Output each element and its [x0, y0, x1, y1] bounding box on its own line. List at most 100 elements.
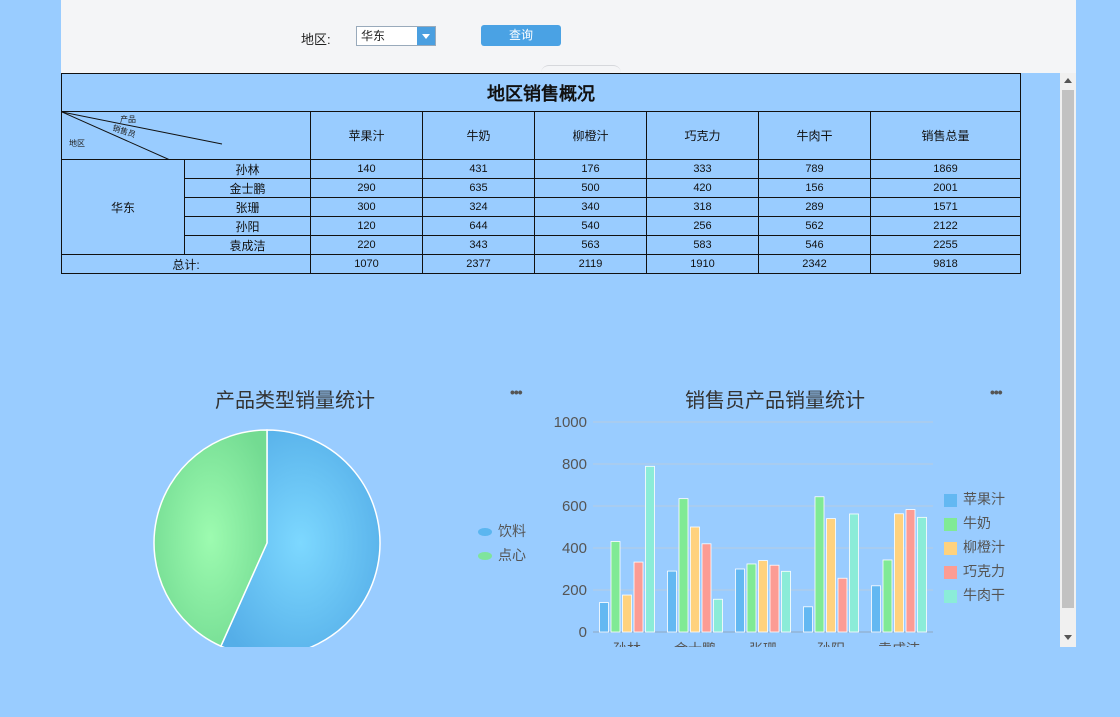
value-cell: 120 — [310, 216, 423, 236]
bar[interactable] — [599, 602, 609, 633]
y-tick-label: 1000 — [554, 414, 587, 431]
region-select-value: 华东 — [361, 29, 386, 43]
total-cell: 1910 — [646, 254, 759, 274]
bar-legend-item[interactable]: 苹果汁 — [944, 489, 1005, 509]
bar[interactable] — [814, 496, 825, 633]
bar-chart-title: 销售员产品销量统计 — [685, 390, 865, 412]
bar[interactable] — [746, 563, 757, 633]
pie-legend-item[interactable]: 点心 — [478, 545, 526, 565]
salesperson-cell: 袁成洁 — [184, 235, 311, 255]
value-cell: 500 — [534, 178, 647, 198]
y-tick-label: 400 — [562, 540, 587, 557]
legend-label: 柳橙汁 — [963, 539, 1005, 555]
chevron-down-icon[interactable] — [417, 27, 435, 45]
bar[interactable] — [871, 585, 881, 633]
bar[interactable] — [837, 577, 848, 633]
total-cell: 9818 — [870, 254, 1021, 274]
scroll-down-icon[interactable] — [1064, 635, 1072, 640]
bar[interactable] — [645, 465, 655, 633]
column-header: 巧克力 — [646, 111, 759, 160]
total-cell: 2342 — [758, 254, 871, 274]
value-cell: 2122 — [870, 216, 1021, 236]
legend-label: 牛肉干 — [963, 587, 1005, 603]
value-cell: 1571 — [870, 197, 1021, 217]
value-cell: 343 — [422, 235, 535, 255]
bar[interactable] — [917, 516, 927, 633]
bar[interactable] — [735, 568, 745, 633]
bar[interactable] — [678, 498, 689, 633]
salesperson-cell: 张珊 — [184, 197, 311, 217]
value-cell: 2001 — [870, 178, 1021, 198]
bar[interactable] — [713, 598, 723, 633]
value-cell: 318 — [646, 197, 759, 217]
toolbar-divider — [541, 65, 621, 73]
bar[interactable] — [610, 541, 621, 633]
bar[interactable] — [622, 594, 632, 633]
bar[interactable] — [690, 526, 700, 633]
value-cell: 156 — [758, 178, 871, 198]
column-header: 牛奶 — [422, 111, 535, 160]
value-cell: 420 — [646, 178, 759, 198]
value-cell: 140 — [310, 159, 423, 179]
legend-swatch — [944, 589, 957, 603]
legend-swatch — [478, 528, 492, 537]
bar[interactable] — [826, 518, 836, 633]
value-cell: 1869 — [870, 159, 1021, 179]
bar-legend-item[interactable]: 牛奶 — [944, 513, 991, 533]
sales-report-table: 地区销售概况 产品 销售员 地区 苹果汁 牛奶 柳橙汁 巧克力 牛肉干 销售总量… — [61, 73, 1021, 274]
pie-chart — [153, 429, 381, 657]
report-title: 地区销售概况 — [61, 73, 1021, 112]
more-options-icon[interactable]: ••• — [510, 384, 523, 400]
bar[interactable] — [849, 513, 859, 633]
bar[interactable] — [781, 570, 791, 633]
bar[interactable] — [667, 570, 677, 633]
legend-swatch — [944, 517, 957, 531]
value-cell: 340 — [534, 197, 647, 217]
table-row: 袁成洁 220 343 563 583 546 2255 — [62, 235, 1021, 255]
query-button[interactable]: 查询 — [481, 25, 561, 46]
value-cell: 644 — [422, 216, 535, 236]
table-row: 金士鹏 290 635 500 420 156 2001 — [62, 178, 1021, 198]
bar[interactable] — [803, 606, 813, 633]
table-row: 华东 孙林 140 431 176 333 789 1869 — [61, 159, 1021, 255]
table-row: 孙阳 120 644 540 256 562 2122 — [62, 216, 1021, 236]
bar[interactable] — [894, 513, 904, 633]
region-select[interactable]: 华东 — [356, 26, 436, 46]
bar[interactable] — [758, 560, 768, 633]
corner-diagonals — [62, 112, 223, 160]
salesperson-cell: 孙林 — [184, 159, 311, 179]
value-cell: 324 — [422, 197, 535, 217]
column-header: 销售总量 — [870, 111, 1021, 160]
legend-label: 点心 — [498, 547, 526, 563]
scroll-up-icon[interactable] — [1064, 78, 1072, 83]
corner-product-label: 产品 — [120, 115, 136, 124]
bar[interactable] — [882, 559, 893, 633]
legend-swatch — [944, 541, 957, 555]
bar-legend-item[interactable]: 牛肉干 — [944, 585, 1005, 605]
salesperson-cell: 孙阳 — [184, 216, 311, 236]
vertical-scrollbar[interactable] — [1060, 73, 1076, 647]
value-cell: 2255 — [870, 235, 1021, 255]
bar[interactable] — [701, 543, 712, 633]
more-options-icon[interactable]: ••• — [990, 384, 1003, 400]
bar-legend-item[interactable]: 巧克力 — [944, 561, 1005, 581]
legend-label: 饮料 — [498, 523, 526, 539]
bar-legend-item[interactable]: 柳橙汁 — [944, 537, 1005, 557]
bar[interactable] — [769, 564, 780, 633]
value-cell: 635 — [422, 178, 535, 198]
legend-swatch — [944, 493, 957, 507]
corner-region-label: 地区 — [69, 139, 85, 148]
scroll-thumb[interactable] — [1062, 90, 1074, 608]
bar[interactable] — [633, 561, 644, 633]
value-cell: 789 — [758, 159, 871, 179]
bar[interactable] — [905, 509, 916, 633]
value-cell: 546 — [758, 235, 871, 255]
value-cell: 431 — [422, 159, 535, 179]
total-cell: 1070 — [310, 254, 423, 274]
value-cell: 256 — [646, 216, 759, 236]
column-header: 苹果汁 — [310, 111, 423, 160]
legend-label: 牛奶 — [963, 515, 991, 531]
value-cell: 300 — [310, 197, 423, 217]
pie-legend-item[interactable]: 饮料 — [478, 521, 526, 541]
filter-toolbar: 地区: 华东 查询 — [61, 0, 1076, 73]
